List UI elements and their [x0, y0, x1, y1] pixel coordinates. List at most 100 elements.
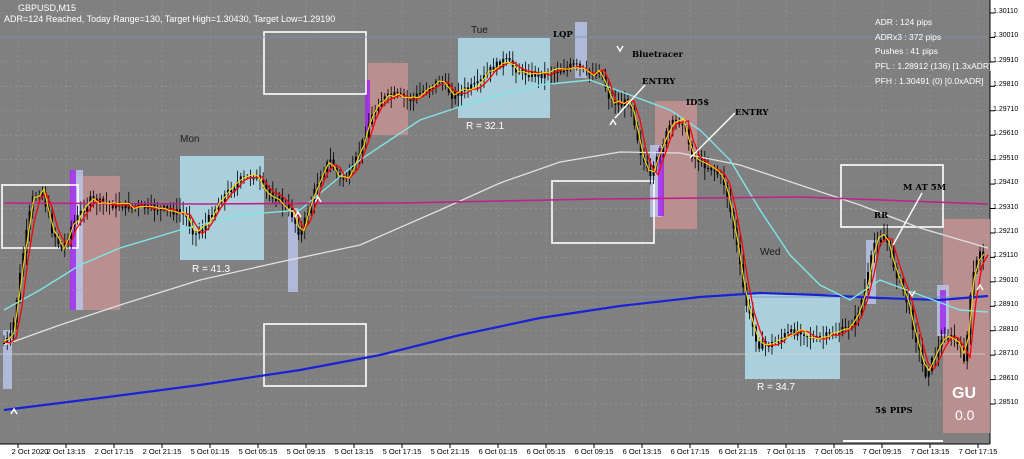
- candle-body: [342, 178, 345, 180]
- candle-body: [787, 332, 789, 334]
- candle-body: [947, 338, 949, 340]
- candle-body: [92, 196, 95, 199]
- time-tick-label: 5 Oct 21:15: [430, 447, 470, 456]
- candle-body: [287, 205, 290, 209]
- corner-label-value: 0.0: [955, 407, 975, 423]
- price-tick-label: 1.29110: [993, 252, 1018, 260]
- candle-body: [121, 206, 124, 209]
- candle-body: [879, 239, 882, 243]
- candle-body: [556, 71, 559, 73]
- candle-body: [617, 103, 620, 105]
- time-tick-label: 2 Oct 2020: [11, 447, 49, 456]
- time-tick-label: 7 Oct 09:15: [862, 447, 902, 456]
- time-tick-label: 6 Oct 17:15: [670, 447, 710, 456]
- price-tick-label: 1.30110: [993, 8, 1018, 15]
- range-label-wed: R = 34.7: [757, 382, 796, 393]
- time-tick-label: 5 Oct 09:15: [286, 447, 326, 456]
- price-tick-label: 1.29910: [993, 56, 1019, 64]
- candle-body: [473, 83, 476, 85]
- candle-body: [527, 74, 530, 78]
- candle-body: [844, 327, 847, 329]
- day-label-mon: Mon: [180, 134, 200, 145]
- time-tick-label: 5 Oct 13:15: [334, 447, 374, 456]
- range-zone: [458, 38, 550, 118]
- info-pushes: Pushes : 41 pips: [875, 46, 938, 56]
- candle-body: [707, 167, 709, 169]
- annotation-bluetracer: Bluetracer: [632, 50, 683, 60]
- time-tick-label: 2 Oct 21:15: [142, 447, 182, 456]
- price-tick-label: 1.29810: [993, 81, 1019, 89]
- candle-body: [777, 341, 780, 343]
- candle-body: [563, 70, 565, 72]
- annotation-id5: ID5$: [686, 98, 710, 108]
- price-tick-label: 1.28910: [993, 301, 1019, 309]
- time-tick-label: 7 Oct 17:15: [958, 447, 998, 456]
- day-label-tue: Tue: [471, 25, 488, 36]
- candle-body: [572, 63, 575, 65]
- info-adr: ADR : 124 pips: [875, 17, 933, 27]
- candle-body: [396, 91, 399, 94]
- day-label-wed: Wed: [760, 247, 781, 258]
- candle-body: [694, 157, 697, 159]
- price-tick-label: 1.28510: [993, 399, 1019, 407]
- candle-body: [201, 229, 204, 232]
- price-tick-label: 1.29210: [993, 227, 1019, 235]
- price-tick-label: 1.30010: [993, 32, 1019, 40]
- candle-body: [195, 233, 197, 235]
- candle-body: [166, 206, 169, 209]
- candle-body: [399, 93, 402, 95]
- candle-body: [479, 79, 482, 82]
- candle-body: [156, 210, 159, 212]
- price-tick-label: 1.29010: [993, 276, 1019, 284]
- candle-body: [505, 58, 508, 60]
- time-tick-label: 6 Oct 05:15: [526, 447, 566, 456]
- candle-body: [681, 124, 684, 126]
- candle-body: [803, 334, 805, 336]
- time-tick-label: 6 Oct 21:15: [718, 447, 758, 456]
- candle-body: [419, 93, 421, 95]
- candle-body: [508, 58, 511, 61]
- time-tick-label: 6 Oct 09:15: [574, 447, 614, 456]
- candle-body: [518, 72, 521, 74]
- chart-window[interactable]: GBPUSD,M15 ADR=124 Reached, Today Range=…: [0, 0, 1024, 459]
- time-tick-label: 7 Oct 05:15: [814, 447, 854, 456]
- candle-body: [649, 168, 652, 176]
- time-tick-label: 5 Oct 05:15: [238, 447, 278, 456]
- candle-body: [476, 81, 479, 84]
- candle-body: [220, 202, 223, 204]
- candle-body: [758, 341, 761, 349]
- corner-label-gu: GU: [952, 385, 976, 402]
- annotation-m-at-5m: M AT 5M: [903, 183, 947, 193]
- candle-body: [3, 342, 5, 344]
- time-tick-label: 6 Oct 01:15: [478, 447, 518, 456]
- info-pfl: PFL : 1.28912 (136) [1.3xADR]: [875, 61, 992, 71]
- annotation-entry-2: ENTRY: [735, 108, 769, 118]
- price-tick-label: 1.28810: [993, 325, 1019, 333]
- time-tick-label: 2 Oct 17:15: [94, 447, 134, 456]
- candle-body: [828, 332, 831, 334]
- candle-body: [268, 189, 271, 194]
- candle-body: [291, 208, 293, 218]
- price-tick-label: 1.28610: [993, 374, 1019, 382]
- info-adrx3: ADRx3 : 372 pips: [875, 32, 942, 42]
- time-tick-label: 7 Oct 13:15: [910, 447, 950, 456]
- candle-body: [559, 71, 562, 73]
- symbol-title: GBPUSD,M15: [18, 3, 77, 13]
- annotation-entry-1: ENTRY: [642, 77, 676, 87]
- price-tick-label: 1.29610: [993, 130, 1019, 138]
- status-line: ADR=124 Reached, Today Range=130, Target…: [4, 14, 336, 24]
- info-pfh: PFH : 1.30491 (0) [0.0xADR]: [875, 76, 984, 86]
- price-tick-label: 1.28710: [993, 350, 1019, 358]
- candle-body: [783, 333, 786, 338]
- candle-body: [713, 170, 716, 172]
- candle-body: [927, 370, 930, 377]
- candle-body: [575, 63, 578, 65]
- annotation-pips: 5$ PIPS: [875, 406, 913, 416]
- time-tick-label: 6 Oct 13:15: [622, 447, 662, 456]
- candle-body: [329, 159, 332, 163]
- price-chart[interactable]: [0, 0, 1024, 459]
- candle-body: [819, 336, 821, 338]
- candle-body: [675, 119, 677, 122]
- price-tick-label: 1.29510: [993, 154, 1019, 162]
- annotation-lqp: LQP: [553, 30, 573, 40]
